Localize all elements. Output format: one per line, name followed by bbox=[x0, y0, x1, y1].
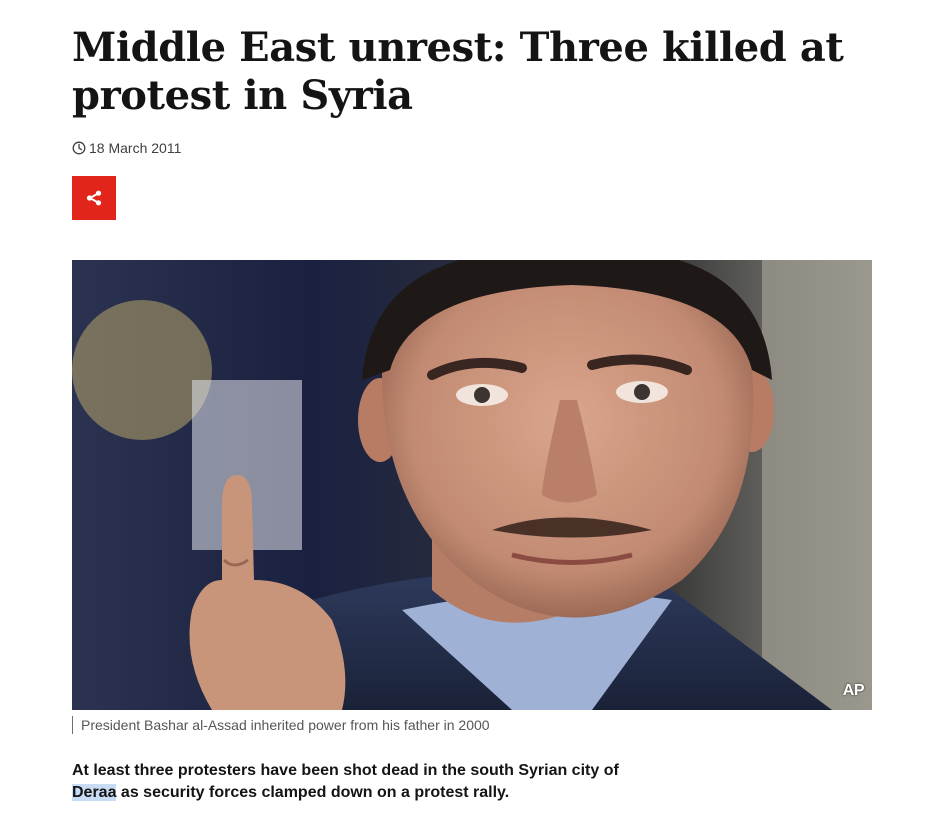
clock-icon bbox=[72, 141, 86, 155]
lede-text-start: At least three protesters have been shot… bbox=[72, 762, 619, 779]
publish-date: 18 March 2011 bbox=[89, 140, 182, 156]
share-icon bbox=[86, 190, 102, 206]
lead-figure: AP President Bashar al-Assad inherited p… bbox=[72, 260, 872, 734]
headline: Middle East unrest: Three killed at prot… bbox=[72, 24, 844, 119]
share-button[interactable] bbox=[72, 176, 116, 220]
lede-paragraph: At least three protesters have been shot… bbox=[72, 760, 632, 804]
image-caption: President Bashar al-Assad inherited powe… bbox=[72, 716, 872, 734]
image-credit: AP bbox=[842, 682, 865, 699]
selected-text[interactable]: Deraa bbox=[72, 784, 117, 801]
dateline: 18 March 2011 bbox=[72, 139, 181, 157]
lede-text-end: as security forces clamped down on a pro… bbox=[116, 784, 510, 801]
lead-photo: AP bbox=[72, 260, 872, 710]
portrait-illustration bbox=[72, 260, 872, 710]
